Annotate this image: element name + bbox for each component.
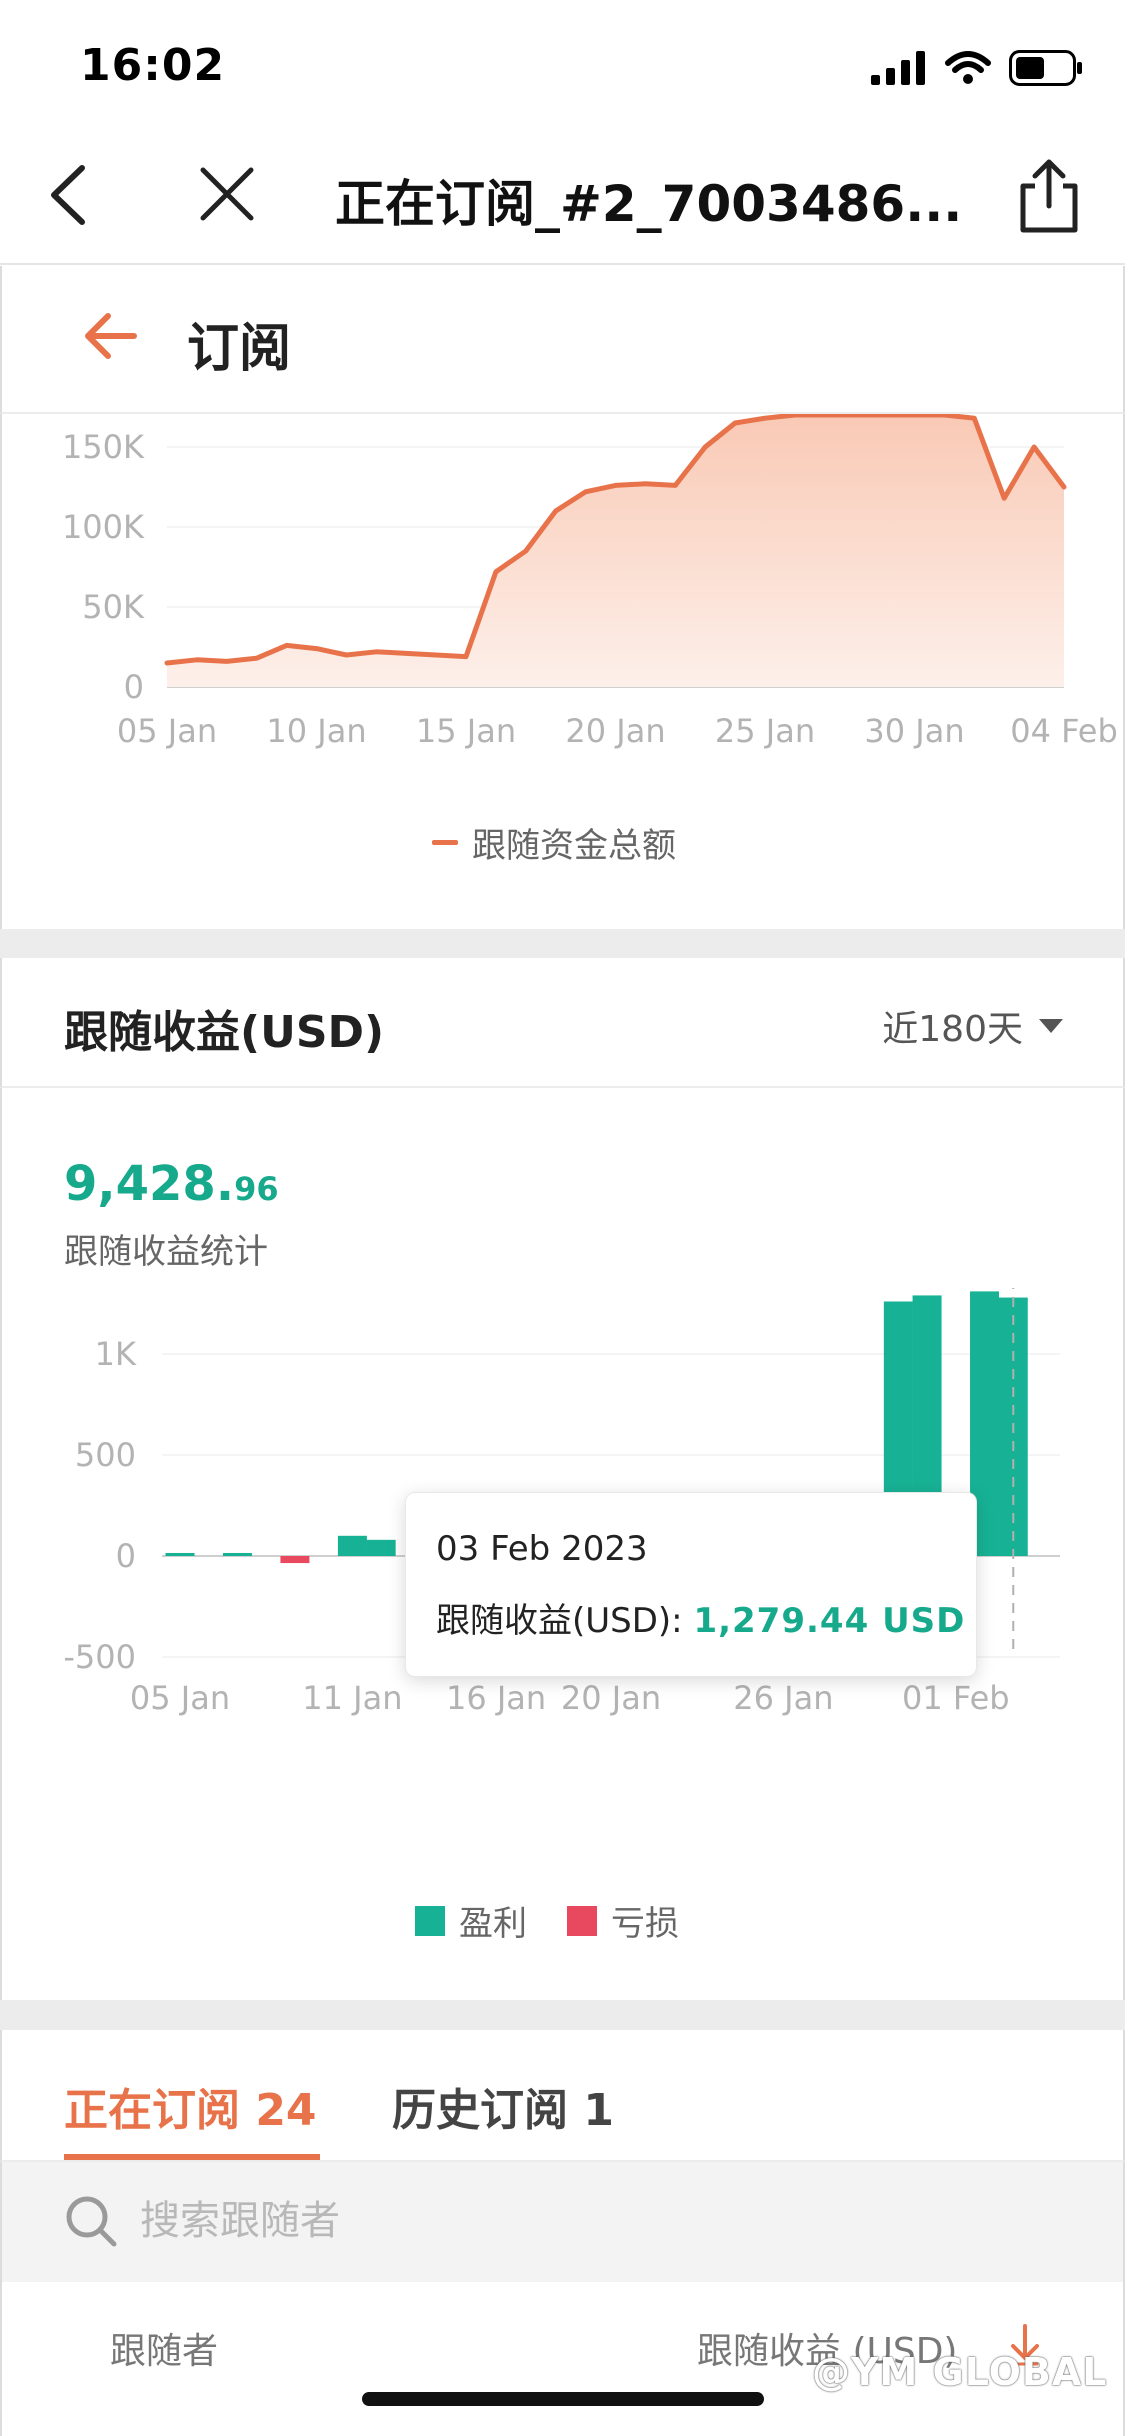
app-header: 订阅 xyxy=(0,266,1125,414)
tab-history-subscriptions[interactable]: 历史订阅 1 xyxy=(392,2074,614,2138)
status-time: 16:02 xyxy=(80,40,226,91)
profit-total-int: 9,428. xyxy=(64,1156,235,1212)
aum-y-tick-label: 150K xyxy=(62,428,145,466)
follower-list-header: 跟随者 跟随收益 (USD) @YM GLOBAL xyxy=(0,2282,1125,2436)
search-input[interactable] xyxy=(140,2190,940,2252)
profit-bar xyxy=(337,1535,367,1556)
profit-section-header: 跟随收益(USD) 近180天 xyxy=(0,958,1125,1088)
active-tab-underline xyxy=(64,2154,320,2160)
profit-x-tick-label: 20 Jan xyxy=(561,1679,661,1717)
profit-total-value: 9,428.96 xyxy=(64,1156,279,1212)
aum-x-tick-label: 05 Jan xyxy=(117,712,217,750)
aum-x-tick-label: 30 Jan xyxy=(864,712,964,750)
status-icons xyxy=(871,48,1083,88)
range-select[interactable]: 近180天 xyxy=(882,1000,1063,1052)
signal-icon xyxy=(871,51,925,85)
profit-x-tick-label: 26 Jan xyxy=(733,1679,833,1717)
aum-x-tick-label: 10 Jan xyxy=(266,712,366,750)
legend-profit-swatch xyxy=(415,1905,445,1936)
legend-loss: 亏损 xyxy=(567,1896,679,1945)
tooltip-value: 1,279.44 USD xyxy=(693,1601,966,1641)
profit-x-tick-label: 11 Jan xyxy=(302,1679,402,1717)
section-divider xyxy=(0,929,1125,959)
aum-chart-card: 0 50K 100K 150K 05 Jan 10 Jan 15 Jan 20 Jan 25 … xyxy=(0,414,1125,929)
share-icon[interactable] xyxy=(1013,156,1085,236)
header-title: 订阅 xyxy=(187,319,292,379)
profit-total-dec: 96 xyxy=(234,1170,279,1208)
status-bar: 16:02 xyxy=(0,0,1125,120)
tooltip-line: 跟随收益(USD): 1,279.44 USD xyxy=(436,1593,965,1642)
loss-bar xyxy=(280,1556,310,1564)
range-select-label: 近180天 xyxy=(882,1009,1023,1050)
tooltip-date: 03 Feb 2023 xyxy=(436,1529,648,1569)
aum-legend-label: 跟随资金总额 xyxy=(472,826,676,866)
battery-icon xyxy=(1009,50,1082,86)
aum-y-tick-label: 100K xyxy=(62,508,145,546)
close-icon[interactable] xyxy=(195,160,259,230)
wifi-icon xyxy=(945,51,991,84)
subscription-tabs: 正在订阅 24 历史订阅 1 xyxy=(0,2030,1125,2162)
profit-bar xyxy=(222,1552,252,1556)
tab-active-subscriptions[interactable]: 正在订阅 24 xyxy=(64,2074,317,2138)
aum-x-tick-label: 20 Jan xyxy=(565,712,665,750)
profit-x-tick-label: 05 Jan xyxy=(130,1679,230,1717)
search-bar xyxy=(0,2162,1125,2282)
profit-title: 跟随收益(USD) xyxy=(64,1007,385,1058)
aum-x-tick-label: 04 Feb xyxy=(1010,712,1118,750)
column-follower: 跟随者 xyxy=(110,2331,219,2372)
aum-x-tick-label: 25 Jan xyxy=(715,712,815,750)
profit-bar xyxy=(165,1552,195,1556)
profit-y-tick-label: 0 xyxy=(116,1537,136,1575)
screen: 16:02 正在订阅_#2_7003486... 订阅 0 50K 100K 1… xyxy=(0,0,1125,2436)
profit-y-tick-label: 1K xyxy=(95,1335,137,1373)
profit-bar-chart[interactable]: -50005001K1.5K 05 Jan11 Jan16 Jan20 Jan2… xyxy=(2,1288,1123,2068)
aum-legend: 跟随资金总额 xyxy=(432,818,676,867)
legend-loss-swatch xyxy=(567,1905,597,1936)
section-divider xyxy=(0,2000,1125,2030)
profit-y-tick-label: -500 xyxy=(63,1638,136,1676)
home-indicator xyxy=(362,2392,764,2406)
legend-loss-label: 亏损 xyxy=(611,1904,679,1944)
profit-bar xyxy=(366,1539,396,1556)
arrow-left-icon[interactable] xyxy=(82,308,138,364)
profit-total-label: 跟随收益统计 xyxy=(64,1232,268,1272)
chart-tooltip: 03 Feb 2023 跟随收益(USD): 1,279.44 USD xyxy=(405,1492,977,1677)
watermark: @YM GLOBAL xyxy=(812,2350,1108,2394)
aum-y-tick-label: 50K xyxy=(82,588,145,626)
tooltip-label: 跟随收益(USD): xyxy=(436,1601,694,1641)
legend-line-swatch xyxy=(432,840,458,845)
back-icon[interactable] xyxy=(40,160,100,230)
legend-profit: 盈利 xyxy=(415,1896,527,1945)
aum-x-tick-label: 15 Jan xyxy=(416,712,516,750)
legend-profit-label: 盈利 xyxy=(459,1904,527,1944)
profit-legend: 盈利 亏损 xyxy=(415,1896,679,1945)
browser-nav-bar: 正在订阅_#2_7003486... xyxy=(0,120,1125,265)
profit-y-tick-label: 500 xyxy=(75,1436,136,1474)
caret-down-icon xyxy=(1039,1019,1063,1033)
profit-x-tick-label: 01 Feb xyxy=(902,1679,1010,1717)
profit-x-tick-label: 16 Jan xyxy=(446,1679,546,1717)
aum-y-tick-label: 0 xyxy=(124,668,144,706)
page-title: 正在订阅_#2_7003486... xyxy=(335,175,963,233)
search-icon xyxy=(66,2196,117,2247)
